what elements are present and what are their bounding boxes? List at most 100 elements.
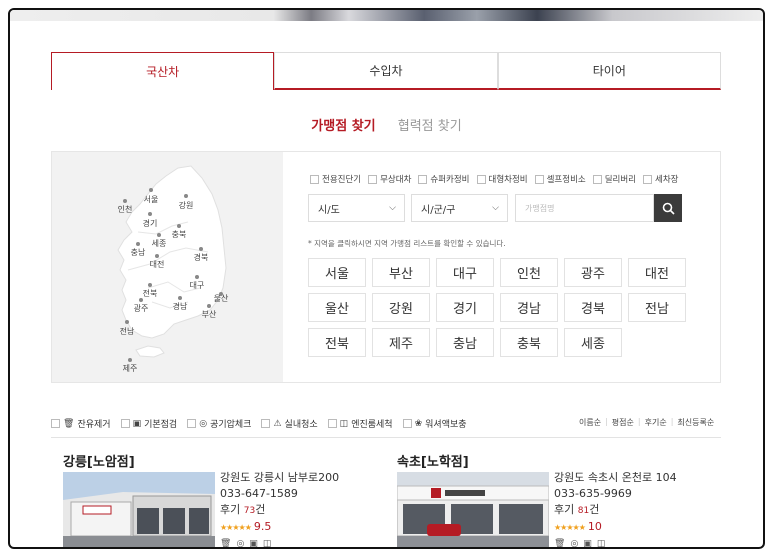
- map-label[interactable]: 충북: [172, 229, 187, 240]
- filter-loaner[interactable]: 무상대차: [368, 173, 411, 185]
- region-button[interactable]: 경기: [436, 293, 494, 322]
- region-button[interactable]: 경남: [500, 293, 558, 322]
- sido-select[interactable]: 시/도 ⌵: [308, 194, 405, 222]
- region-button[interactable]: 경북: [564, 293, 622, 322]
- map-label[interactable]: 세종: [152, 238, 167, 249]
- region-button[interactable]: 대전: [628, 258, 686, 287]
- subtab-franchise[interactable]: 가맹점 찾기: [311, 119, 375, 134]
- region-button[interactable]: 부산: [372, 258, 430, 287]
- map-label[interactable]: 강원: [179, 200, 194, 211]
- sido-select-value: 시/도: [318, 204, 340, 216]
- map-dot: [199, 247, 203, 251]
- search-button[interactable]: [654, 194, 682, 222]
- shop-name-input[interactable]: 가맹점명: [515, 194, 654, 222]
- shop-address: 강원도 속초시 온천로 104: [554, 471, 677, 484]
- region-button[interactable]: 충남: [436, 328, 494, 357]
- sort-by-reviews[interactable]: 후기순: [645, 417, 667, 428]
- checkbox[interactable]: [476, 174, 486, 184]
- checkbox[interactable]: [51, 419, 60, 428]
- gauge-icon: ◎: [236, 539, 250, 549]
- shop-name[interactable]: 속초[노학점]: [397, 451, 469, 470]
- filter-car-wash[interactable]: 세차장: [643, 173, 678, 185]
- region-button[interactable]: 강원: [372, 293, 430, 322]
- checkbox[interactable]: [187, 419, 197, 428]
- korea-map[interactable]: 인천 서울 강원 경기 세종 충북 충남 대전 경북 전북 대구 울산 광주 경…: [52, 152, 283, 382]
- checkbox[interactable]: [592, 174, 602, 184]
- map-label[interactable]: 경남: [173, 301, 188, 312]
- service-oil-removal[interactable]: 🗑 잔유제거: [51, 417, 111, 430]
- trash-icon: 🗑: [554, 539, 571, 549]
- region-button[interactable]: 전북: [308, 328, 366, 357]
- region-button[interactable]: 울산: [308, 293, 366, 322]
- shop-phone[interactable]: 033-635-9969: [554, 486, 677, 502]
- shop-name[interactable]: 강릉[노암점]: [63, 451, 135, 470]
- region-button[interactable]: 전남: [628, 293, 686, 322]
- shop-info: 강원도 속초시 온천로 104 033-635-9969 후기 81건 ★★★★…: [554, 470, 677, 549]
- map-label[interactable]: 서울: [144, 194, 159, 205]
- map-label[interactable]: 제주: [123, 363, 138, 374]
- checkbox[interactable]: [534, 174, 544, 184]
- region-button[interactable]: 세종: [564, 328, 622, 357]
- region-button[interactable]: 인천: [500, 258, 558, 287]
- filter-delivery[interactable]: 딜리버리: [592, 173, 636, 185]
- map-dot: [157, 233, 161, 237]
- region-button[interactable]: 충북: [500, 328, 558, 357]
- category-tabs: 국산차 수입차 타이어: [51, 52, 721, 90]
- sort-by-rating[interactable]: 평점순: [612, 417, 634, 428]
- filter-diagnostic[interactable]: 전용진단기: [310, 173, 361, 185]
- map-label[interactable]: 대구: [190, 280, 205, 291]
- filter-supercar[interactable]: 슈퍼카정비: [418, 173, 470, 185]
- checkbox[interactable]: [402, 419, 412, 428]
- sort-separator: |: [637, 417, 641, 426]
- shop-photo[interactable]: [63, 472, 215, 547]
- service-label: 기본점검: [144, 420, 178, 430]
- map-label[interactable]: 전북: [143, 288, 158, 299]
- map-label[interactable]: 부산: [202, 309, 217, 320]
- shop-reviews[interactable]: 후기 73건: [220, 502, 339, 519]
- divider: [51, 437, 721, 438]
- tab-domestic[interactable]: 국산차: [51, 52, 275, 90]
- map-label[interactable]: 광주: [134, 303, 149, 314]
- map-label[interactable]: 대전: [150, 259, 165, 270]
- filter-large-vehicle[interactable]: 대형차정비: [476, 173, 528, 185]
- map-label[interactable]: 인천: [118, 204, 133, 215]
- checkbox[interactable]: [327, 419, 337, 428]
- service-basic-check[interactable]: ▣ 기본점검: [120, 417, 178, 430]
- map-label[interactable]: 경북: [194, 252, 209, 263]
- checkbox[interactable]: [643, 174, 652, 184]
- region-button[interactable]: 대구: [436, 258, 494, 287]
- map-label[interactable]: 충남: [131, 247, 146, 258]
- sigungu-select-value: 시/군/구: [421, 204, 456, 216]
- tab-imported[interactable]: 수입차: [274, 52, 498, 90]
- sort-by-newest[interactable]: 최신등록순: [677, 417, 714, 428]
- service-engine-wash[interactable]: ◫ 엔진룸세척: [327, 417, 393, 430]
- region-button[interactable]: 제주: [372, 328, 430, 357]
- subtab-partner[interactable]: 협력점 찾기: [398, 119, 462, 134]
- search-icon: [662, 202, 675, 215]
- region-button[interactable]: 광주: [564, 258, 622, 287]
- service-tire-pressure[interactable]: ◎ 공기압체크: [187, 417, 251, 430]
- checkbox[interactable]: [310, 174, 319, 184]
- checkbox[interactable]: [368, 174, 378, 184]
- sort-by-name[interactable]: 이름순: [579, 417, 601, 428]
- map-label[interactable]: 울산: [214, 293, 229, 304]
- region-button[interactable]: 서울: [308, 258, 366, 287]
- map-label[interactable]: 전남: [120, 326, 135, 337]
- review-count: 81: [577, 506, 590, 516]
- checkbox[interactable]: [261, 419, 271, 428]
- sigungu-select[interactable]: 시/군/구 ⌵: [411, 194, 508, 222]
- tab-tire[interactable]: 타이어: [497, 52, 721, 90]
- sort-separator: |: [605, 417, 608, 426]
- shop-reviews[interactable]: 후기 81건: [554, 502, 677, 519]
- shop-photo[interactable]: [397, 472, 549, 547]
- shop-phone[interactable]: 033-647-1589: [220, 486, 339, 502]
- service-washer-fluid[interactable]: ❀ 워셔액보충: [402, 417, 467, 430]
- map-label[interactable]: 경기: [143, 218, 158, 229]
- filter-label: 전용진단기: [322, 175, 362, 185]
- banner-image-strip: [10, 10, 763, 21]
- checkbox[interactable]: [418, 174, 428, 184]
- shop-building-image: [63, 472, 215, 547]
- checkbox[interactable]: [120, 419, 130, 428]
- filter-self-service[interactable]: 셀프정비소: [534, 173, 586, 185]
- service-interior-cleaning[interactable]: ⚠ 실내청소: [261, 417, 318, 430]
